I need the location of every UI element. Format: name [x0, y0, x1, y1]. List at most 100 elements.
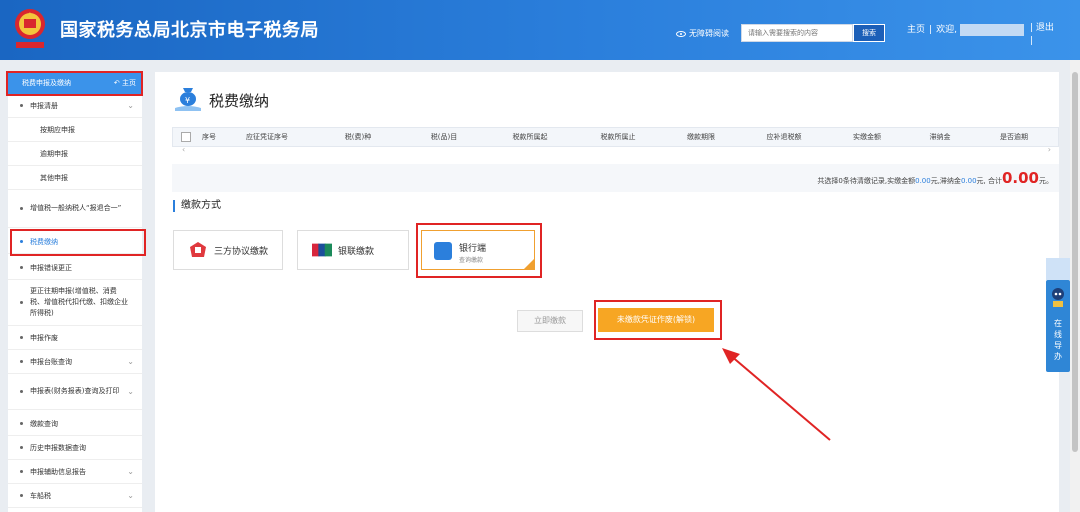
unionpay-icon: [312, 240, 332, 260]
chevron-left-icon[interactable]: ‹: [182, 145, 185, 154]
sidebar-item-payment-query[interactable]: 缴款查询: [8, 412, 142, 436]
summary-text: 元, 合计: [976, 177, 1002, 185]
highlight-box: [10, 229, 146, 256]
summary-prefix: 共选择0条待清缴记录,实缴金额: [817, 177, 916, 185]
sidebar-item-vehicle-tax[interactable]: 车船税 ⌄: [8, 484, 142, 508]
chevron-right-icon[interactable]: ›: [1048, 145, 1051, 154]
accessibility-link[interactable]: 无障碍阅读: [676, 28, 729, 39]
user-name-redacted: [959, 23, 1024, 36]
sidebar-item-label: 历史申报数据查询: [30, 443, 86, 452]
sidebar: 税费申报及缴纳 ↶ 主页 申报清册 ⌄ 按期应申报 逾期申报 其他申报 增值税一般…: [8, 72, 142, 512]
sidebar-item-aux-report[interactable]: 申报辅助信息报告 ⌄: [8, 460, 142, 484]
welcome-text: 欢迎,: [936, 25, 957, 35]
sidebar-item-label: 申报台账查询: [30, 357, 72, 366]
payment-method-unionpay[interactable]: 银联缴款: [297, 230, 409, 270]
bullet-icon: [20, 301, 23, 304]
bullet-icon: [20, 266, 23, 269]
table-header-cell: 税(费)种: [344, 133, 372, 141]
payment-method-tripartite[interactable]: 三方协议缴款: [173, 230, 283, 270]
sidebar-item-ledger-query[interactable]: 申报台账查询 ⌄: [8, 350, 142, 374]
bullet-icon: [20, 422, 23, 425]
table-header-cell: 应补退税额: [766, 133, 802, 141]
scrollbar-thumb[interactable]: [1072, 72, 1078, 452]
sidebar-item-report-void[interactable]: 申报作废: [8, 326, 142, 350]
sidebar-item-other-report[interactable]: 其他申报: [8, 166, 142, 190]
bullet-icon: [20, 207, 23, 210]
sidebar-item-label: 更正往期申报(增值税、消费税、增值税代扣代缴、扣缴企业所得税): [30, 287, 128, 317]
section-title: 缴款方式: [173, 200, 221, 212]
online-guide-label: 在线导办: [1054, 319, 1062, 361]
payment-method-label: 三方协议缴款: [214, 246, 269, 257]
summary-late-fee: 0.00: [960, 177, 977, 185]
tripartite-icon: [188, 240, 208, 260]
summary-text: 元,滞纳金: [930, 177, 961, 185]
accessibility-label: 无障碍阅读: [689, 29, 729, 38]
sidebar-item-label: 其他申报: [40, 173, 68, 182]
search-input[interactable]: [741, 24, 853, 42]
sidebar-item-label: 增值税一般纳税人“报退合一”: [30, 204, 122, 212]
sidebar-item-label: 申报表(财务报表)查询及打印: [30, 387, 120, 395]
sidebar-item-label: 申报清册: [30, 101, 58, 110]
logout-area: | 退出 |: [1030, 23, 1054, 46]
home-link[interactable]: 主页: [907, 25, 925, 35]
sidebar-item-label: 申报错误更正: [30, 263, 72, 272]
top-links: 主页 | 欢迎,: [907, 22, 1024, 36]
bullet-icon: [20, 104, 23, 107]
user-icon: [1046, 258, 1070, 280]
payment-method-label: 银联缴款: [338, 246, 375, 257]
bullet-icon: [20, 446, 23, 449]
chevron-down-icon: ⌄: [127, 467, 134, 476]
table-header-cell: 应征凭证序号: [246, 133, 288, 141]
robot-icon: [1052, 288, 1064, 307]
payment-summary: 共选择0条待清缴记录,实缴金额0.00元,滞纳金0.00元, 合计0.00元。: [172, 164, 1059, 192]
bullet-icon: [20, 390, 23, 393]
online-guide-body: 在线导办: [1046, 280, 1070, 372]
summary-suffix: 元。: [1039, 177, 1053, 185]
sidebar-item-report-list[interactable]: 申报清册 ⌄: [8, 94, 142, 118]
sidebar-item-history-query[interactable]: 历史申报数据查询: [8, 436, 142, 460]
main-panel: ¥ 税费缴纳 序号 应征凭证序号 税(费)种 税(品)目 税款所属起 税款所属止…: [155, 72, 1059, 512]
sidebar-item-label: 缴款查询: [30, 419, 58, 428]
highlight-box: [594, 300, 722, 340]
online-guide-widget[interactable]: 在线导办: [1046, 258, 1070, 372]
sidebar-item-vat-combined[interactable]: 增值税一般纳税人“报退合一”: [8, 190, 142, 228]
page-title: 税费缴纳: [209, 92, 270, 110]
site-title: 国家税务总局北京市电子税务局: [60, 20, 319, 41]
logout-link[interactable]: 退出: [1036, 23, 1054, 33]
sidebar-item-error-correction[interactable]: 申报错误更正: [8, 256, 142, 280]
table-header-cell: 税款所属起: [512, 133, 548, 141]
bullet-icon: [20, 494, 23, 497]
bullet-icon: [20, 360, 23, 363]
chevron-down-icon: ⌄: [127, 491, 134, 500]
highlight-box: [416, 223, 542, 278]
table-header: 序号 应征凭证序号 税(费)种 税(品)目 税款所属起 税款所属止 缴款期限 应…: [172, 127, 1059, 147]
eye-icon: [676, 30, 686, 37]
top-header: 国家税务总局北京市电子税务局 无障碍阅读 搜索 主页|欢迎, | 退出|: [0, 0, 1080, 60]
table-header-cell: 序号: [202, 133, 216, 141]
sidebar-item-label: 申报作废: [30, 333, 58, 342]
table-header-cell: 实缴金额: [853, 133, 881, 141]
sidebar-item-report-print[interactable]: 申报表(财务报表)查询及打印 ⌄: [8, 374, 142, 410]
table-header-cell: 税(品)目: [430, 133, 458, 141]
sidebar-item-due-report[interactable]: 按期应申报: [8, 118, 142, 142]
svg-text:¥: ¥: [185, 96, 190, 105]
sidebar-item-past-correction[interactable]: 更正往期申报(增值税、消费税、增值税代扣代缴、扣缴企业所得税): [8, 280, 142, 326]
table-header-cell: 税款所属止: [600, 133, 636, 141]
chevron-down-icon: ⌄: [127, 387, 134, 396]
bullet-icon: [20, 336, 23, 339]
chevron-down-icon: ⌄: [127, 101, 134, 110]
sidebar-item-label: 按期应申报: [40, 125, 75, 134]
select-all-checkbox[interactable]: [181, 132, 191, 142]
table-h-scrollbar[interactable]: ‹ ›: [172, 145, 1059, 157]
page-scrollbar[interactable]: [1070, 60, 1080, 512]
pay-now-button[interactable]: 立即缴款: [517, 310, 583, 332]
table-header-cell: 缴款期限: [687, 133, 715, 141]
money-bag-icon: ¥: [175, 88, 201, 111]
chevron-down-icon: ⌄: [127, 357, 134, 366]
highlight-box: [6, 71, 143, 96]
sidebar-item-label: 车船税: [30, 491, 51, 500]
sidebar-item-overdue-report[interactable]: 逾期申报: [8, 142, 142, 166]
search-button[interactable]: 搜索: [853, 24, 885, 42]
summary-paid-amount: 0.00: [915, 177, 931, 185]
sidebar-item-label: 申报辅助信息报告: [30, 467, 86, 476]
